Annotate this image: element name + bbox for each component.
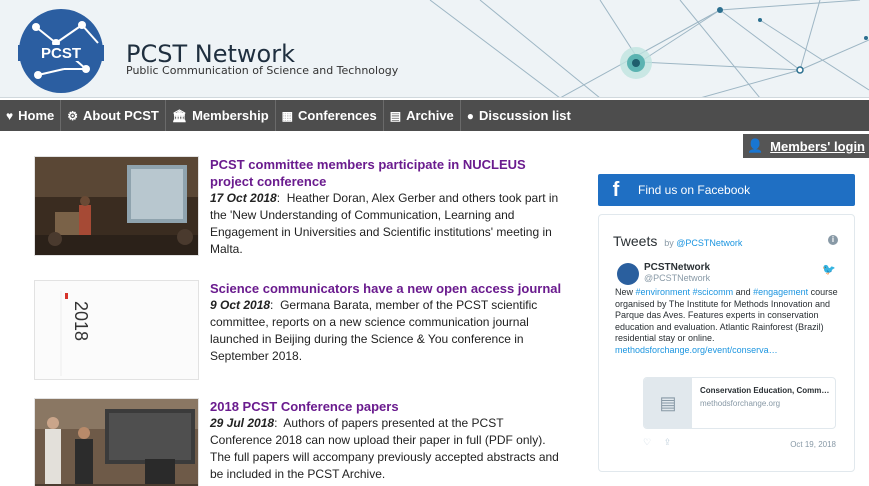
tweet-url-link[interactable]: methodsforchange.org/event/conserva… [615, 345, 778, 355]
article-date: 17 Oct 2018 [210, 191, 277, 205]
svg-text:PCST: PCST [41, 45, 81, 62]
document-icon: ▤ [644, 378, 692, 428]
tweets-heading: Tweets by @PCSTNetwork [613, 233, 742, 249]
article-thumbnail[interactable]: 2018 [34, 280, 199, 380]
twitter-timeline-widget: Tweets by @PCSTNetwork i PCSTNetwork @PC… [598, 214, 855, 472]
tweet-actions: ♡ ⇪ [643, 437, 681, 448]
tweet-text-part: and [733, 287, 754, 297]
article-thumbnail[interactable] [34, 156, 199, 256]
article-body: Science communicators have a new open ac… [210, 280, 562, 363]
gears-icon: ⚙ [67, 108, 79, 123]
like-icon[interactable]: ♡ [643, 437, 651, 447]
hashtag-link[interactable]: #scicomm [693, 287, 734, 297]
heart-icon: ♥ [6, 108, 14, 123]
members-login-label: Members' login [770, 138, 865, 154]
nav-archive[interactable]: ▤ Archive [384, 100, 461, 131]
nav-discussion-list[interactable]: ● Discussion list [461, 100, 577, 131]
card-domain: methodsforchange.org [700, 399, 781, 408]
nav-conferences[interactable]: ▦ Conferences [276, 100, 384, 131]
tweets-title: Tweets [613, 233, 658, 249]
article-date: 9 Oct 2018 [210, 298, 271, 312]
nav-about[interactable]: ⚙ About PCST [61, 100, 166, 131]
nav-discussion-label: Discussion list [479, 108, 571, 123]
facebook-icon: f [612, 178, 620, 201]
nav-home-label: Home [18, 108, 55, 123]
article-body: PCST committee members participate in NU… [210, 156, 562, 258]
calendar-icon: ▦ [281, 108, 293, 123]
members-login-button[interactable]: 👤 Members' login [743, 134, 869, 158]
tweet-text-part: New [615, 287, 636, 297]
article-title[interactable]: 2018 PCST Conference papers [210, 398, 562, 415]
journal-cover-image: 2018 [35, 281, 198, 379]
facebook-label: Find us on Facebook [638, 183, 751, 197]
site-subtitle: Public Communication of Science and Tech… [126, 64, 399, 77]
tweets-by-handle[interactable]: @PCSTNetwork [676, 238, 742, 248]
article-thumbnail[interactable] [34, 398, 199, 486]
nav-membership[interactable]: 🏛 Membership [166, 100, 276, 131]
nav-archive-label: Archive [406, 108, 454, 123]
tweet-date[interactable]: Oct 19, 2018 [790, 440, 836, 449]
info-icon[interactable]: i [828, 235, 838, 245]
nav-conferences-label: Conferences [298, 108, 377, 123]
nav-membership-label: Membership [192, 108, 269, 123]
hashtag-link[interactable]: #engagement [753, 287, 808, 297]
tweets-by-label: by [664, 238, 674, 248]
share-icon[interactable]: ⇪ [664, 437, 672, 447]
tweet-link-card[interactable]: ▤ Conservation Education, Comm… methodsf… [643, 377, 836, 429]
journal-cover-year: 2018 [71, 301, 91, 341]
article-date: 29 Jul 2018 [210, 416, 275, 430]
site-header: PCST PCST Network Public Communication o… [0, 0, 869, 98]
institution-icon: 🏛 [171, 108, 188, 123]
document-icon: ▤ [389, 108, 402, 123]
pcst-logo[interactable]: PCST [16, 7, 106, 95]
avatar[interactable] [617, 263, 639, 285]
user-icon: 👤 [746, 138, 764, 153]
conference-photo [35, 157, 198, 255]
card-title: Conservation Education, Comm… [700, 386, 830, 395]
hashtag-link[interactable]: #environment [636, 287, 691, 297]
tweet-author-handle[interactable]: @PCSTNetwork [644, 273, 710, 283]
comments-icon: ● [466, 108, 475, 123]
article-title[interactable]: PCST committee members participate in NU… [210, 156, 562, 190]
tweet-text: New #environment #scicomm and #engagemen… [615, 287, 840, 356]
nav-home[interactable]: ♥ Home [0, 100, 62, 131]
article-body: 2018 PCST Conference papers 29 Jul 2018:… [210, 398, 562, 483]
twitter-bird-icon[interactable]: 🐦 [822, 263, 836, 276]
conference-photo [35, 399, 198, 486]
article-title[interactable]: Science communicators have a new open ac… [210, 280, 562, 297]
tweet-author-name[interactable]: PCSTNetwork [644, 262, 710, 273]
main-nav: ♥ Home ⚙ About PCST 🏛 Membership ▦ Confe… [0, 100, 869, 131]
nav-about-label: About PCST [83, 108, 159, 123]
facebook-button[interactable]: f Find us on Facebook [598, 174, 855, 206]
